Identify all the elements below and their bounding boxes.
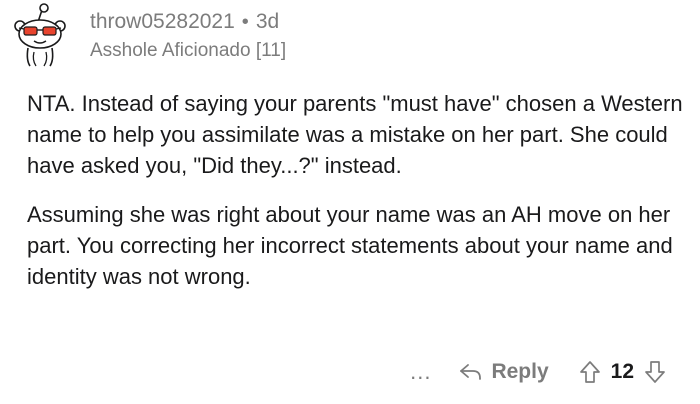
user-flair: Asshole Aficionado [11] [90, 40, 287, 61]
comment-actions: ... Reply 12 [410, 360, 666, 384]
reply-button[interactable]: Reply [459, 360, 549, 384]
comment-paragraph: NTA. Instead of saying your parents "mus… [27, 91, 683, 178]
downvote-arrow-icon[interactable] [644, 360, 666, 384]
comment-card: throw05282021 • 3d Asshole Aficionado [1… [0, 0, 700, 404]
username-link[interactable]: throw05282021 [90, 9, 235, 35]
user-avatar[interactable] [8, 2, 74, 68]
vote-score: 12 [610, 360, 634, 383]
snoo-avatar-icon [14, 3, 66, 67]
comment-header: throw05282021 • 3d Asshole Aficionado [1… [90, 9, 286, 63]
vote-controls: 12 [579, 360, 666, 384]
reply-label: Reply [491, 360, 549, 383]
comment-body: NTA. Instead of saying your parents "mus… [27, 88, 687, 310]
comment-paragraph: Assuming she was right about your name w… [27, 202, 673, 289]
meta-separator: • [241, 11, 249, 33]
more-options-button[interactable]: ... [410, 361, 431, 383]
comment-meta: throw05282021 • 3d [90, 9, 286, 35]
comment-age: 3d [255, 10, 280, 33]
reply-arrow-icon [460, 364, 482, 380]
upvote-arrow-icon[interactable] [579, 360, 601, 384]
